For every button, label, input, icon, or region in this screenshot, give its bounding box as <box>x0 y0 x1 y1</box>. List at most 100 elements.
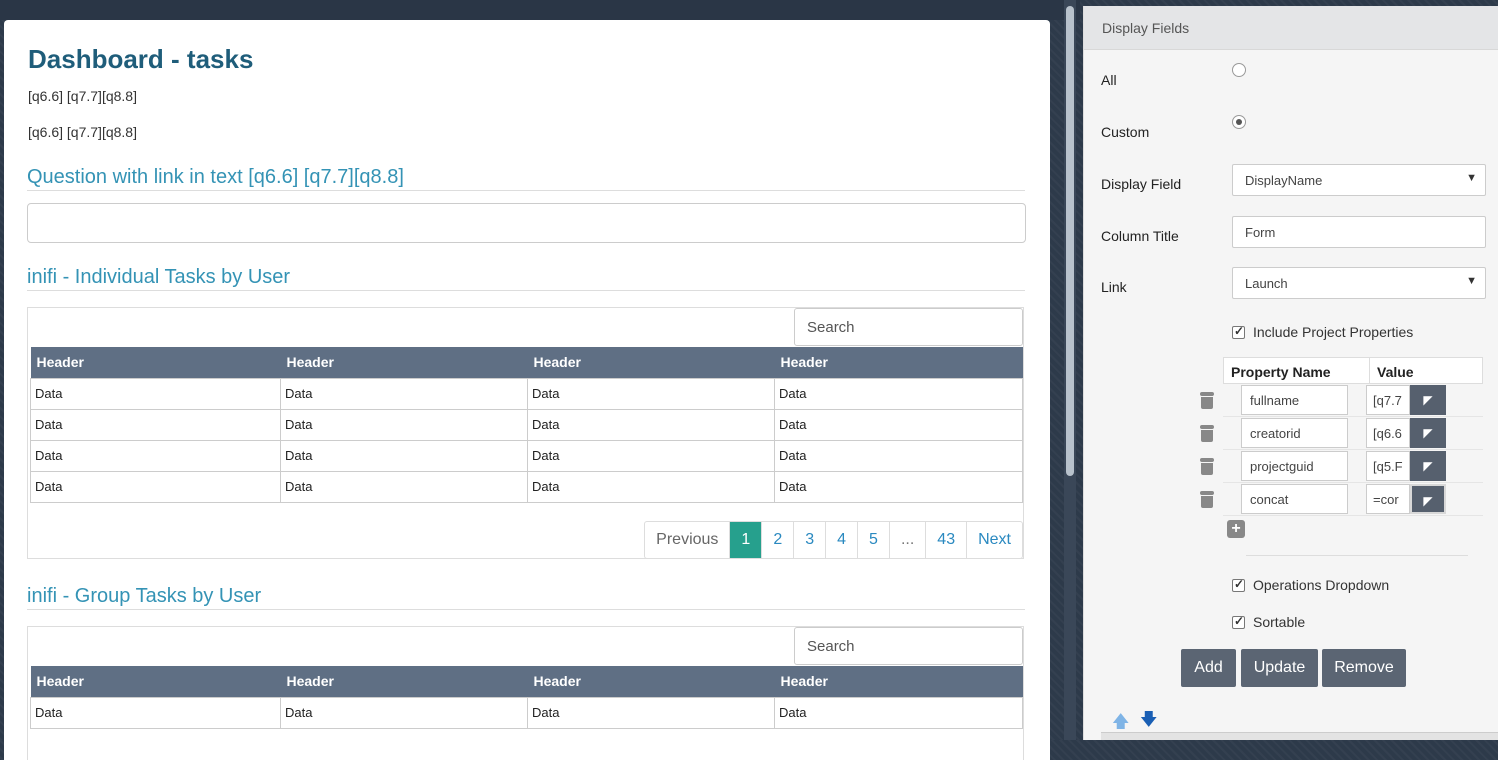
pager-page-1[interactable]: 1 <box>729 522 762 558</box>
column-header[interactable]: Header <box>30 347 281 378</box>
pager-page-5[interactable]: 5 <box>857 522 889 558</box>
column-header[interactable]: Header <box>280 347 528 378</box>
individual-tasks-table-box: Search Header Header Header Header Data … <box>27 307 1024 559</box>
table-cell: Data <box>30 377 281 410</box>
table-cell: Data <box>30 439 281 472</box>
trash-icon[interactable] <box>1199 425 1215 443</box>
table-cell: Data <box>527 377 775 410</box>
arrow-icon: ◤ <box>1423 393 1433 407</box>
property-row: fullname [q7.7 ◤ <box>1200 384 1483 417</box>
panel-header: Display Fields <box>1084 6 1498 50</box>
column-header[interactable]: Header <box>774 666 1023 697</box>
include-project-properties-checkbox[interactable] <box>1232 324 1245 339</box>
search-input[interactable]: Search <box>794 308 1023 346</box>
column-header[interactable]: Header <box>527 347 775 378</box>
table-cell: Data <box>280 377 528 410</box>
operations-dropdown-row[interactable]: Operations Dropdown <box>1232 577 1389 593</box>
question-text-2: [q6.6] [q7.7][q8.8] <box>28 124 137 140</box>
table-cell: Data <box>774 439 1023 472</box>
table-row[interactable]: Data Data Data Data <box>30 696 1023 729</box>
pager-next-button[interactable]: Next <box>966 522 1022 558</box>
pager-previous-button[interactable]: Previous <box>645 522 729 558</box>
property-name-input[interactable]: fullname <box>1241 385 1348 415</box>
pager-ellipsis: ... <box>888 522 925 558</box>
pager-page-3[interactable]: 3 <box>793 522 825 558</box>
pick-value-button[interactable]: ◤ <box>1410 385 1446 415</box>
add-button[interactable]: Add <box>1181 649 1236 687</box>
property-value-input[interactable]: [q7.7 <box>1366 385 1410 415</box>
table-cell: Data <box>280 696 528 729</box>
pagination: Previous 1 2 3 4 5 ... 43 Next <box>644 521 1023 559</box>
divider <box>27 190 1025 191</box>
trash-icon[interactable] <box>1199 392 1215 410</box>
pick-value-button[interactable]: ◤ <box>1410 451 1446 481</box>
display-fields-panel: Display Fields All Custom Display Field … <box>1083 6 1498 740</box>
remove-button[interactable]: Remove <box>1322 649 1406 687</box>
property-name-input[interactable]: creatorid <box>1241 418 1348 448</box>
pick-value-button[interactable]: ◤ <box>1410 484 1446 514</box>
top-bar <box>0 0 1080 20</box>
column-header[interactable]: Header <box>280 666 528 697</box>
property-value-input[interactable]: [q5.F <box>1366 451 1410 481</box>
group-tasks-table: Header Header Header Header Data Data Da… <box>30 666 1023 729</box>
table-cell: Data <box>30 696 281 729</box>
pick-value-button[interactable]: ◤ <box>1410 418 1446 448</box>
update-button[interactable]: Update <box>1241 649 1318 687</box>
scrollbar-thumb[interactable] <box>1066 6 1074 476</box>
table-cell: Data <box>774 377 1023 410</box>
arrow-icon: ◤ <box>1423 459 1433 473</box>
column-header[interactable]: Header <box>30 666 281 697</box>
trash-icon[interactable] <box>1199 458 1215 476</box>
pager-page-2[interactable]: 2 <box>761 522 793 558</box>
link-value: Launch <box>1245 276 1288 291</box>
table-cell: Data <box>527 408 775 441</box>
all-label: All <box>1101 72 1117 88</box>
search-input[interactable]: Search <box>794 627 1023 665</box>
table-row[interactable]: Data Data Data Data <box>30 470 1023 503</box>
section-title-individual-tasks: inifi - Individual Tasks by User <box>27 266 291 288</box>
all-radio[interactable] <box>1232 63 1246 77</box>
section-title-group-tasks: inifi - Group Tasks by User <box>27 585 262 607</box>
include-project-properties-label: Include Project Properties <box>1253 324 1414 340</box>
property-row: creatorid [q6.6 ◤ <box>1200 417 1483 450</box>
pager-page-4[interactable]: 4 <box>825 522 857 558</box>
question-answer-input[interactable] <box>27 203 1026 243</box>
divider <box>27 290 1025 291</box>
column-header[interactable]: Header <box>527 666 775 697</box>
add-property-plus-icon[interactable]: + <box>1227 520 1245 538</box>
property-value-input[interactable]: =cor <box>1366 484 1410 514</box>
column-title-input[interactable]: Form <box>1232 216 1486 248</box>
project-properties-table: Property Name Value fullname [q7.7 ◤ cre… <box>1200 357 1483 516</box>
caret-down-icon: ▼ <box>1466 275 1477 287</box>
link-select[interactable]: Launch ▼ <box>1232 267 1486 299</box>
question-title: Question with link in text [q6.6] [q7.7]… <box>27 166 404 188</box>
table-cell: Data <box>527 439 775 472</box>
table-row[interactable]: Data Data Data Data <box>30 439 1023 472</box>
table-header-row: Header Header Header Header <box>30 347 1023 378</box>
operations-dropdown-label: Operations Dropdown <box>1253 577 1390 593</box>
custom-radio[interactable] <box>1232 115 1246 129</box>
property-name-input[interactable]: concat <box>1241 484 1348 514</box>
table-cell: Data <box>774 696 1023 729</box>
dashboard-panel: Dashboard - tasks [q6.6] [q7.7][q8.8] [q… <box>4 20 1050 760</box>
include-project-properties-row[interactable]: Include Project Properties <box>1232 324 1413 340</box>
sortable-checkbox[interactable] <box>1232 614 1245 629</box>
column-header[interactable]: Header <box>774 347 1023 378</box>
table-row[interactable]: Data Data Data Data <box>30 408 1023 441</box>
display-field-value: DisplayName <box>1245 173 1323 188</box>
property-name-input[interactable]: projectguid <box>1241 451 1348 481</box>
property-row: projectguid [q5.F ◤ <box>1200 450 1483 483</box>
operations-dropdown-checkbox[interactable] <box>1232 577 1245 592</box>
display-field-select[interactable]: DisplayName ▼ <box>1232 164 1486 196</box>
table-row[interactable]: Data Data Data Data <box>30 377 1023 410</box>
fields-list-header <box>1101 732 1498 740</box>
property-value-input[interactable]: [q6.6 <box>1366 418 1410 448</box>
pager-page-43[interactable]: 43 <box>925 522 966 558</box>
property-value-header: Value <box>1377 364 1414 380</box>
custom-label: Custom <box>1101 124 1150 140</box>
property-name-header: Property Name <box>1224 358 1370 383</box>
property-table-header: Property Name Value <box>1223 357 1483 384</box>
trash-icon[interactable] <box>1199 491 1215 509</box>
sortable-row[interactable]: Sortable <box>1232 614 1305 630</box>
question-text-1: [q6.6] [q7.7][q8.8] <box>28 88 137 104</box>
